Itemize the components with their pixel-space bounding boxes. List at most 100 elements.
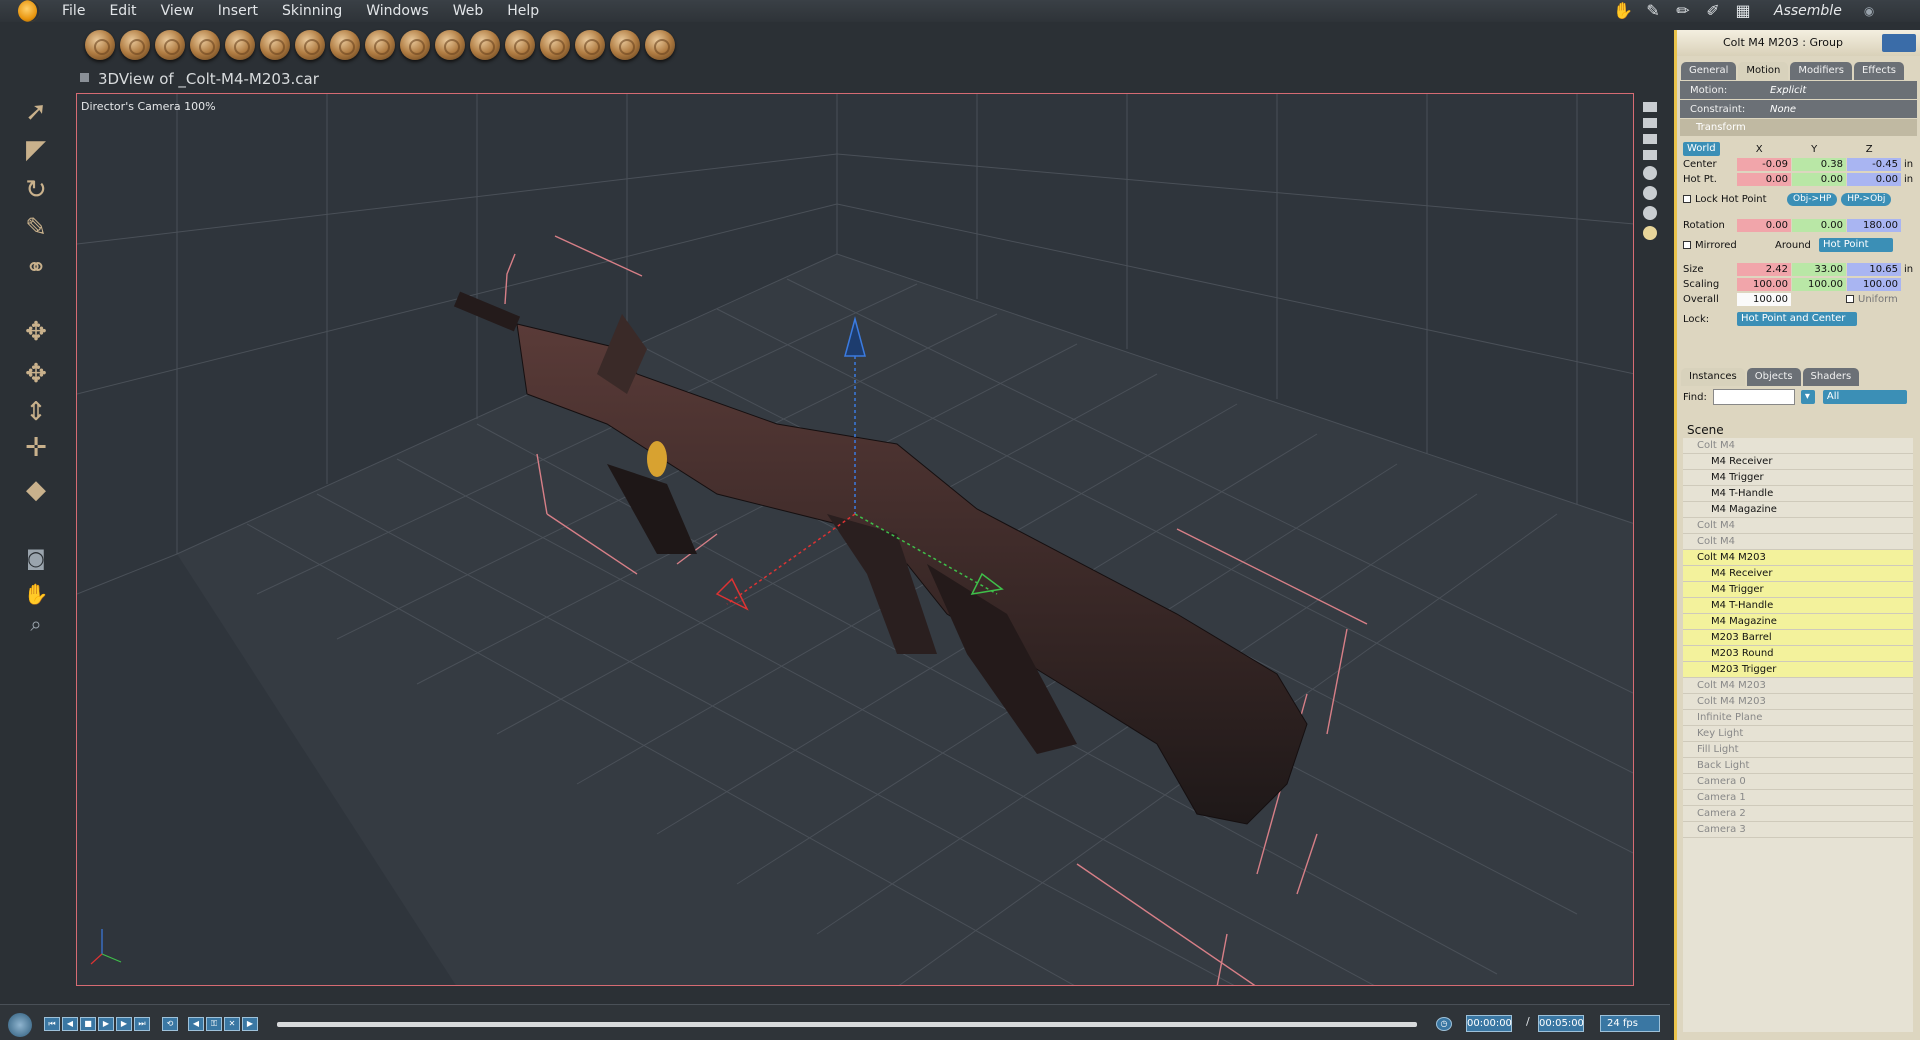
film-room-icon[interactable]: ▦: [1732, 2, 1754, 20]
document-close-icon[interactable]: [80, 73, 89, 82]
tab-shaders[interactable]: Shaders: [1802, 368, 1860, 386]
tree-group-row[interactable]: Colt M4: [1683, 518, 1913, 534]
tree-group-row[interactable]: Colt M4: [1683, 438, 1913, 454]
hand-pan-icon[interactable]: ✋: [18, 578, 54, 610]
hotpoint-y-field[interactable]: 0.00: [1792, 172, 1846, 186]
tree-group-row[interactable]: Colt M4 M203: [1683, 694, 1913, 710]
filter-select[interactable]: All: [1822, 390, 1907, 404]
tree-child-row[interactable]: M4 T-Handle: [1683, 486, 1913, 502]
sphere-primitive-icon[interactable]: [85, 30, 115, 60]
size-y-field[interactable]: 33.00: [1792, 262, 1846, 276]
free-form-icon[interactable]: [225, 30, 255, 60]
cube-view-icon[interactable]: ◆: [18, 474, 54, 506]
tree-group-row[interactable]: Key Light: [1683, 726, 1913, 742]
globe-primitive-icon[interactable]: [155, 30, 185, 60]
motion-value[interactable]: Explicit: [1770, 85, 1806, 96]
boolean-icon[interactable]: [575, 30, 605, 60]
tab-instances[interactable]: Instances: [1681, 368, 1745, 386]
menu-view[interactable]: View: [149, 0, 206, 22]
rotation-x-field[interactable]: 0.00: [1737, 218, 1791, 232]
menu-insert[interactable]: Insert: [206, 0, 270, 22]
overall-field[interactable]: 100.00: [1737, 292, 1791, 306]
assemble-room-label[interactable]: Assemble: [1774, 3, 1842, 19]
tree-child-row[interactable]: M4 Magazine: [1683, 614, 1913, 630]
size-x-field[interactable]: 2.42: [1737, 262, 1791, 276]
lighting-icon[interactable]: [1643, 206, 1657, 220]
panel-mode-icon[interactable]: [1882, 34, 1916, 52]
prev-key-icon[interactable]: ◀: [188, 1017, 204, 1031]
delete-key-icon[interactable]: ✕: [224, 1017, 240, 1031]
deform-icon[interactable]: [470, 30, 500, 60]
terrain-icon[interactable]: [400, 30, 430, 60]
step-back-icon[interactable]: ◀: [62, 1017, 78, 1031]
tree-icon[interactable]: [365, 30, 395, 60]
tree-child-row[interactable]: M203 Round: [1683, 646, 1913, 662]
view-quad-icon[interactable]: [1643, 134, 1657, 144]
end-time-field[interactable]: 00:05:00: [1538, 1015, 1584, 1032]
tree-group-row[interactable]: Colt M4: [1683, 534, 1913, 550]
rotation-z-field[interactable]: 180.00: [1847, 218, 1901, 232]
tree-child-row[interactable]: M4 Receiver: [1683, 566, 1913, 582]
app-logo-icon[interactable]: [18, 0, 40, 22]
transform-section-header[interactable]: Transform: [1680, 119, 1917, 136]
tree-group-row[interactable]: Colt M4 M203: [1683, 550, 1913, 566]
menu-web[interactable]: Web: [441, 0, 496, 22]
fps-select[interactable]: 24 fps: [1600, 1015, 1660, 1032]
light-icon[interactable]: [295, 30, 325, 60]
tree-group-row[interactable]: Infinite Plane: [1683, 710, 1913, 726]
find-input[interactable]: [1712, 389, 1795, 405]
tree-group-row[interactable]: Camera 2: [1683, 806, 1913, 822]
stop-icon[interactable]: ■: [80, 1017, 96, 1031]
tab-effects[interactable]: Effects: [1853, 62, 1904, 80]
go-start-icon[interactable]: ⏮: [44, 1017, 60, 1031]
replicate-icon[interactable]: [540, 30, 570, 60]
particles-icon[interactable]: [330, 30, 360, 60]
cone-primitive-icon[interactable]: [120, 30, 150, 60]
move-xz-icon[interactable]: ✥: [18, 358, 54, 390]
obj-to-hp-button[interactable]: Obj->HP: [1787, 192, 1838, 206]
constraint-row[interactable]: Constraint: None: [1680, 100, 1917, 118]
center-x-field[interactable]: -0.09: [1737, 157, 1791, 171]
tree-group-row[interactable]: Colt M4 M203: [1683, 678, 1913, 694]
tree-group-row[interactable]: Back Light: [1683, 758, 1913, 774]
tree-child-row[interactable]: M4 Trigger: [1683, 582, 1913, 598]
target-icon[interactable]: [610, 30, 640, 60]
uniform-checkbox[interactable]: [1846, 295, 1854, 303]
current-time-field[interactable]: 00:00:00: [1466, 1015, 1512, 1032]
lock-hotpoint-checkbox[interactable]: [1683, 195, 1691, 203]
view-single-icon[interactable]: [1643, 102, 1657, 112]
menu-file[interactable]: File: [50, 0, 97, 22]
tree-group-row[interactable]: Fill Light: [1683, 742, 1913, 758]
direct-select-icon[interactable]: ◤: [18, 134, 54, 166]
tree-child-row[interactable]: M4 T-Handle: [1683, 598, 1913, 614]
time-mode-icon[interactable]: ◷: [1436, 1017, 1452, 1031]
center-y-field[interactable]: 0.38: [1792, 157, 1846, 171]
step-forward-icon[interactable]: ▶: [116, 1017, 132, 1031]
text-tool-icon[interactable]: [190, 30, 220, 60]
scaling-x-field[interactable]: 100.00: [1737, 277, 1791, 291]
menu-edit[interactable]: Edit: [97, 0, 148, 22]
constraint-value[interactable]: None: [1770, 104, 1796, 115]
tree-child-row[interactable]: M4 Magazine: [1683, 502, 1913, 518]
tree-group-row[interactable]: Camera 1: [1683, 790, 1913, 806]
metaball-icon[interactable]: [435, 30, 465, 60]
menu-help[interactable]: Help: [495, 0, 551, 22]
mirrored-checkbox[interactable]: [1683, 241, 1691, 249]
space-select[interactable]: World: [1683, 142, 1720, 156]
wrench-icon[interactable]: [645, 30, 675, 60]
tab-modifiers[interactable]: Modifiers: [1790, 62, 1852, 80]
timeline-track[interactable]: [277, 1022, 1417, 1027]
paint-room-icon[interactable]: ✏: [1672, 2, 1694, 20]
go-end-icon[interactable]: ⏭: [134, 1017, 150, 1031]
motion-row[interactable]: Motion: Explicit: [1680, 81, 1917, 99]
next-key-icon[interactable]: ▶: [242, 1017, 258, 1031]
tree-child-row[interactable]: M4 Trigger: [1683, 470, 1913, 486]
torus-icon[interactable]: [260, 30, 290, 60]
model-room-icon[interactable]: ✎: [1642, 2, 1664, 20]
select-arrow-icon[interactable]: ➚: [18, 96, 54, 128]
view-split-icon[interactable]: [1643, 118, 1657, 128]
hotpoint-x-field[interactable]: 0.00: [1737, 172, 1791, 186]
scaling-y-field[interactable]: 100.00: [1792, 277, 1846, 291]
pen-icon[interactable]: ✎: [18, 212, 54, 244]
tab-general[interactable]: General: [1681, 62, 1737, 80]
